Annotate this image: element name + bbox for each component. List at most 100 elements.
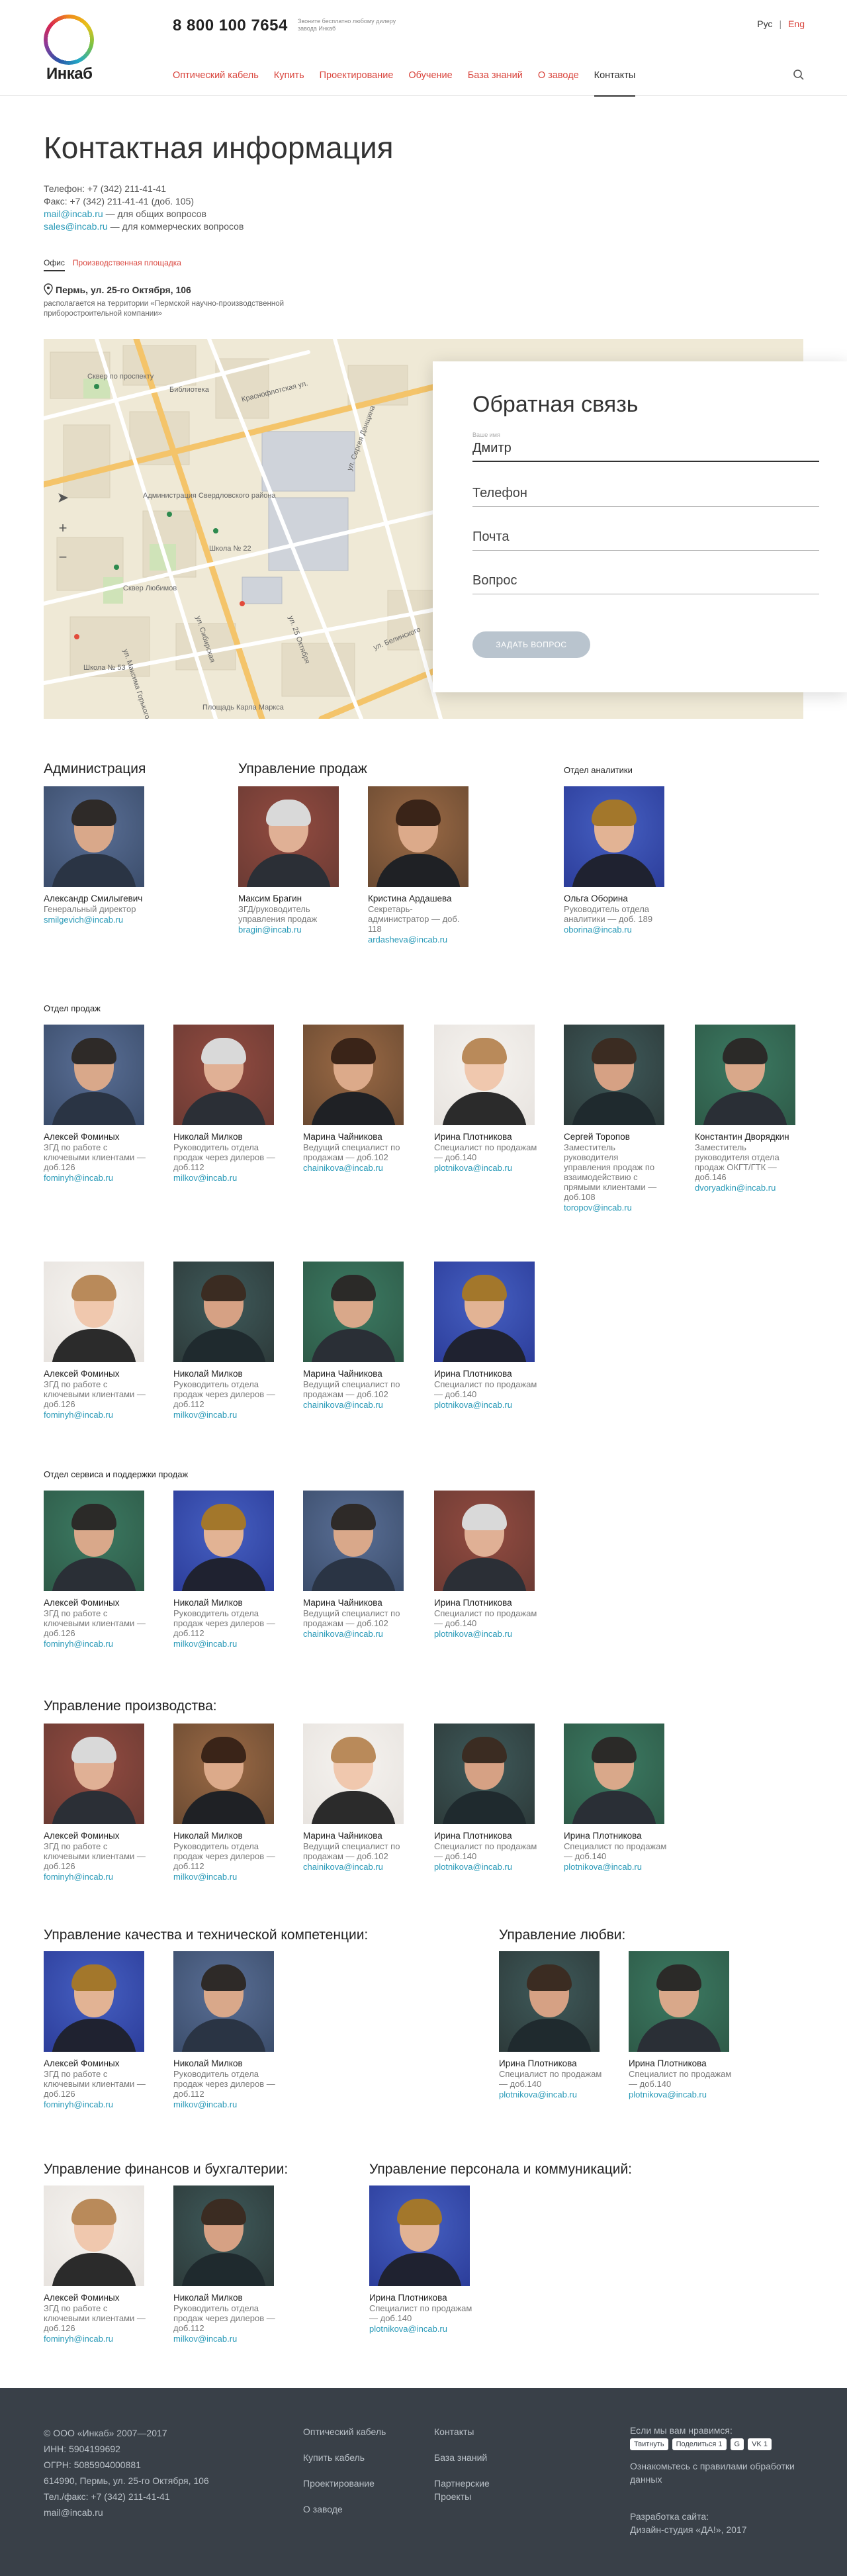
staff-photo <box>303 1491 404 1591</box>
staff-email-link[interactable]: fominyh@incab.ru <box>44 2334 113 2344</box>
staff-name: Ольга Оборина <box>564 894 628 903</box>
staff-email-link[interactable]: plotnikova@incab.ru <box>434 1400 512 1410</box>
tab-production[interactable]: Производственная площадка <box>73 258 181 271</box>
staff-role: Специалист по продажам — доб.140 <box>629 2069 732 2089</box>
footer-dev-link[interactable]: Дизайн-студия «ДА!», 2017 <box>630 2524 747 2535</box>
staff-email-link[interactable]: chainikova@incab.ru <box>303 1862 383 1872</box>
staff-email-link[interactable]: fominyh@incab.ru <box>44 2099 113 2109</box>
staff-email-link[interactable]: plotnikova@incab.ru <box>564 1862 642 1872</box>
section-title-admin: Администрация <box>44 761 146 776</box>
staff-name: Кристина Ардашева <box>368 894 452 903</box>
staff-photo <box>434 1262 535 1362</box>
staff-card: Николай Милков Руководитель отдела продаж… <box>173 1025 277 1184</box>
nav-item-design[interactable]: Проектирование <box>320 69 394 97</box>
phone-input[interactable] <box>472 486 819 501</box>
staff-photo <box>434 1491 535 1591</box>
footer-link-cable[interactable]: Оптический кабель <box>303 2425 386 2438</box>
locate-icon[interactable]: ➤ <box>53 488 73 508</box>
footer-link-design[interactable]: Проектирование <box>303 2477 386 2490</box>
footer-link-about[interactable]: О заводе <box>303 2503 386 2516</box>
mail-general-link[interactable]: mail@incab.ru <box>44 208 103 219</box>
twitter-share-button[interactable]: Твитнуть <box>630 2438 668 2450</box>
staff-email-link[interactable]: fominyh@incab.ru <box>44 1872 113 1882</box>
staff-name: Николай Милков <box>173 1598 243 1608</box>
staff-email-link[interactable]: plotnikova@incab.ru <box>434 1629 512 1639</box>
footer-nav-2: Контакты База знаний Партнерские Проекты <box>434 2425 527 2516</box>
footer-link-partners[interactable]: Партнерские Проекты <box>434 2477 527 2503</box>
contact-details: Телефон: +7 (342) 211-41-41 Факс: +7 (34… <box>44 183 244 233</box>
staff-email-link[interactable]: chainikova@incab.ru <box>303 1629 383 1639</box>
staff-name: Алексей Фоминых <box>44 1831 120 1841</box>
staff-email-link[interactable]: chainikova@incab.ru <box>303 1163 383 1173</box>
footer-link-knowledge[interactable]: База знаний <box>434 2451 527 2464</box>
staff-email-link[interactable]: plotnikova@incab.ru <box>499 2090 577 2099</box>
email-input[interactable] <box>472 529 819 545</box>
staff-email-link[interactable]: plotnikova@incab.ru <box>629 2090 707 2099</box>
staff-name: Марина Чайникова <box>303 1598 382 1608</box>
nav-item-cable[interactable]: Оптический кабель <box>173 69 259 97</box>
staff-email-link[interactable]: chainikova@incab.ru <box>303 1400 383 1410</box>
nav-item-buy[interactable]: Купить <box>274 69 304 97</box>
question-field[interactable] <box>472 564 819 594</box>
header-phone[interactable]: 8 800 100 7654 <box>173 17 288 35</box>
staff-photo <box>44 1025 144 1125</box>
staff-email-link[interactable]: bragin@incab.ru <box>238 925 302 935</box>
staff-email-link[interactable]: oborina@incab.ru <box>564 925 632 935</box>
staff-email-link[interactable]: milkov@incab.ru <box>173 1872 237 1882</box>
staff-role: Секретарь-администратор — доб. 118 <box>368 904 460 934</box>
staff-card: Алексей Фоминых ЗГД по работе с ключевыми… <box>44 2185 147 2345</box>
google-share-button[interactable]: G <box>730 2438 744 2450</box>
staff-email-link[interactable]: ardasheva@incab.ru <box>368 935 447 944</box>
question-input[interactable] <box>472 573 819 588</box>
staff-email-link[interactable]: fominyh@incab.ru <box>44 1410 113 1420</box>
logo[interactable]: Инкаб <box>44 15 97 83</box>
map-place-label: Библиотека <box>169 386 210 394</box>
staff-email-link[interactable]: milkov@incab.ru <box>173 2099 237 2109</box>
staff-email-link[interactable]: plotnikova@incab.ru <box>369 2324 447 2334</box>
staff-email-link[interactable]: milkov@incab.ru <box>173 1639 237 1649</box>
staff-name: Алексей Фоминых <box>44 1598 120 1608</box>
staff-email-link[interactable]: smilgevich@incab.ru <box>44 915 123 925</box>
staff-card: Ирина Плотникова Специалист по продажам —… <box>499 1951 602 2101</box>
search-icon[interactable] <box>793 69 805 81</box>
staff-email-link[interactable]: dvoryadkin@incab.ru <box>695 1183 776 1193</box>
submit-question-button[interactable]: ЗАДАТЬ ВОПРОС <box>472 631 590 658</box>
language-switcher: Рус | Eng <box>757 19 805 29</box>
staff-email-link[interactable]: fominyh@incab.ru <box>44 1173 113 1183</box>
nav-item-contacts[interactable]: Контакты <box>594 69 636 97</box>
nav-item-knowledge[interactable]: База знаний <box>468 69 523 97</box>
phone-field[interactable] <box>472 477 819 507</box>
staff-email-link[interactable]: milkov@incab.ru <box>173 1173 237 1183</box>
share-buttons: Твитнуть Поделиться 1 G VK 1 <box>630 2438 828 2450</box>
privacy-policy-link[interactable]: Ознакомьтесь с правилами обработки данны… <box>630 2460 828 2486</box>
staff-email-link[interactable]: milkov@incab.ru <box>173 1410 237 1420</box>
map-zoom-out-button[interactable]: − <box>53 548 73 568</box>
mail-sales-link[interactable]: sales@incab.ru <box>44 221 108 232</box>
footer-link-buy[interactable]: Купить кабель <box>303 2451 386 2464</box>
map-place-label: Площадь Карла Маркса <box>202 704 285 712</box>
vk-share-button[interactable]: VK 1 <box>748 2438 772 2450</box>
staff-email-link[interactable]: plotnikova@incab.ru <box>434 1163 512 1173</box>
staff-email-link[interactable]: fominyh@incab.ru <box>44 1639 113 1649</box>
footer-link-contacts[interactable]: Контакты <box>434 2425 527 2438</box>
lang-en[interactable]: Eng <box>788 19 805 29</box>
staff-card: Максим Брагин ЗГД/руководитель управления… <box>238 786 341 936</box>
staff-email-link[interactable]: milkov@incab.ru <box>173 2334 237 2344</box>
email-field[interactable] <box>472 520 819 551</box>
staff-card: Алексей Фоминых ЗГД по работе с ключевыми… <box>44 1262 147 1421</box>
lang-ru[interactable]: Рус <box>757 19 772 29</box>
tab-office[interactable]: Офис <box>44 258 65 271</box>
footer-mail-link[interactable]: mail@incab.ru <box>44 2507 103 2518</box>
name-field[interactable]: Ваше имя <box>472 432 819 462</box>
staff-role: Ведущий специалист по продажам — доб.102 <box>303 1379 400 1399</box>
nav-item-about[interactable]: О заводе <box>538 69 579 97</box>
facebook-share-button[interactable]: Поделиться 1 <box>672 2438 727 2450</box>
map-zoom-in-button[interactable]: + <box>53 519 73 539</box>
staff-card: Ирина Плотникова Специалист по продажам —… <box>434 1724 537 1873</box>
staff-email-link[interactable]: plotnikova@incab.ru <box>434 1862 512 1872</box>
name-input[interactable] <box>472 441 819 456</box>
nav-item-training[interactable]: Обучение <box>408 69 452 97</box>
staff-email-link[interactable]: toropov@incab.ru <box>564 1203 632 1213</box>
address-text: Пермь, ул. 25-го Октября, 106 <box>56 285 191 295</box>
mail-sales-note: — для коммерческих вопросов <box>107 221 244 232</box>
